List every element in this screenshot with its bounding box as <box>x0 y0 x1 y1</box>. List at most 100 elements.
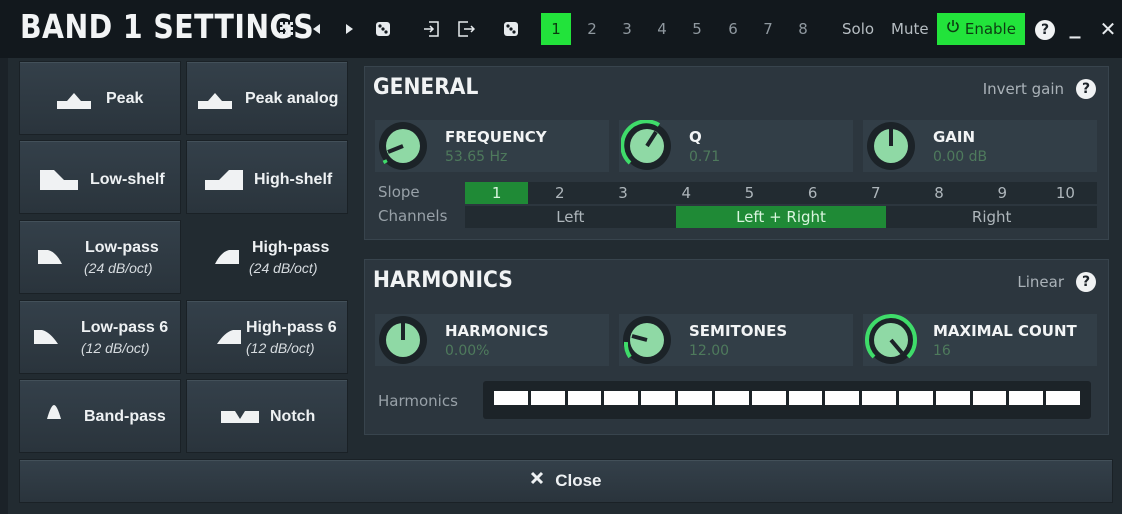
filter-notch-button[interactable]: Notch <box>186 379 348 453</box>
harmonic-cell[interactable] <box>567 391 602 405</box>
invert-gain-toggle[interactable]: Invert gain ? <box>983 79 1096 99</box>
harmonic-cell[interactable] <box>494 391 528 405</box>
channel-option-left-right[interactable]: Left + Right <box>675 206 887 228</box>
band-tab-6[interactable]: 6 <box>718 13 748 45</box>
randomize-band-dice-icon[interactable] <box>500 14 522 44</box>
close-window-icon[interactable]: ✕ <box>1098 14 1118 44</box>
filter-high-shelf-button[interactable]: High-shelf <box>186 140 348 214</box>
title-bar: BAND 1 SETTINGS 1 2 3 4 5 6 7 8 Solo Mut… <box>0 0 1122 58</box>
slope-selector[interactable]: 1 2 3 4 5 6 7 8 9 10 <box>465 182 1097 204</box>
filter-peak-button[interactable]: Peak <box>19 61 181 135</box>
harmonics-strip[interactable] <box>483 381 1091 419</box>
filter-high-shelf-label: High-shelf <box>254 171 333 188</box>
harmonic-cell[interactable] <box>1046 391 1080 405</box>
slope-option[interactable]: 2 <box>528 182 591 204</box>
filter-band-pass-button[interactable]: Band-pass <box>19 379 181 453</box>
filter-high-pass-6-button[interactable]: High-pass 6 (12 dB/oct) <box>186 300 348 374</box>
frequency-name: FREQUENCY <box>445 128 547 146</box>
export-icon[interactable] <box>454 14 478 44</box>
next-arrow-icon[interactable] <box>340 14 358 44</box>
band-tab-1[interactable]: 1 <box>541 13 571 45</box>
harmonic-cell[interactable] <box>972 391 1007 405</box>
harmonic-cell[interactable] <box>1009 391 1044 405</box>
linear-toggle[interactable]: Linear ? <box>1017 272 1096 292</box>
harmonics-knob[interactable] <box>377 314 429 371</box>
band-tab-2[interactable]: 2 <box>577 13 607 45</box>
mute-button[interactable]: Mute <box>891 13 929 45</box>
filter-high-pass-label: High-pass <box>252 239 330 256</box>
help-icon[interactable]: ? <box>1034 14 1056 44</box>
solo-button[interactable]: Solo <box>842 13 874 45</box>
filter-low-pass-6-button[interactable]: Low-pass 6 (12 dB/oct) <box>19 300 181 374</box>
filter-high-pass-6-label: High-pass 6 <box>246 319 337 336</box>
minimize-icon[interactable]: _ <box>1066 14 1084 44</box>
filter-low-shelf-button[interactable]: Low-shelf <box>19 140 181 214</box>
semitones-knob[interactable] <box>621 314 673 371</box>
invert-gain-help-icon[interactable]: ? <box>1076 79 1096 99</box>
band-tab-7[interactable]: 7 <box>753 13 783 45</box>
gain-value: 0.00 dB <box>933 149 988 165</box>
harmonic-cell[interactable] <box>678 391 712 405</box>
window-title: BAND 1 SETTINGS <box>20 7 315 46</box>
harmonic-cell[interactable] <box>530 391 565 405</box>
channel-option-left[interactable]: Left <box>465 206 676 228</box>
filter-high-pass-6-slope: (12 dB/oct) <box>246 340 315 356</box>
harmonic-cell[interactable] <box>604 391 639 405</box>
import-icon[interactable] <box>420 14 444 44</box>
harmonic-cell[interactable] <box>751 391 786 405</box>
slope-option[interactable]: 4 <box>655 182 718 204</box>
harmonic-cell[interactable] <box>935 391 970 405</box>
band-tab-3[interactable]: 3 <box>612 13 642 45</box>
high-pass-shape-icon <box>215 248 239 269</box>
filter-low-shelf-label: Low-shelf <box>90 171 165 188</box>
harmonic-cell[interactable] <box>714 391 749 405</box>
slope-option[interactable]: 8 <box>907 182 970 204</box>
slope-option[interactable]: 7 <box>844 182 907 204</box>
power-icon <box>946 12 960 44</box>
gain-param: GAIN 0.00 dB <box>863 120 1097 172</box>
band-tab-8[interactable]: 8 <box>788 13 818 45</box>
harmonic-cell[interactable] <box>825 391 860 405</box>
q-knob[interactable] <box>620 119 673 177</box>
frequency-knob[interactable] <box>377 120 429 177</box>
harmonic-cell[interactable] <box>862 391 896 405</box>
enable-button[interactable]: Enable <box>937 13 1025 45</box>
harmonics-title: HARMONICS <box>373 268 513 293</box>
channel-option-right[interactable]: Right <box>886 206 1097 228</box>
slope-option[interactable]: 5 <box>718 182 781 204</box>
slope-option[interactable]: 1 <box>465 182 529 204</box>
previous-arrow-icon[interactable] <box>308 14 326 44</box>
low-shelf-shape-icon <box>40 168 78 195</box>
band-tab-4[interactable]: 4 <box>647 13 677 45</box>
filter-low-pass-6-slope: (12 dB/oct) <box>81 340 150 356</box>
gain-name: GAIN <box>933 128 976 146</box>
maximal-count-knob[interactable] <box>865 314 917 371</box>
linear-help-icon[interactable]: ? <box>1076 272 1096 292</box>
harmonic-cell[interactable] <box>641 391 676 405</box>
q-value: 0.71 <box>689 149 721 165</box>
low-pass-shape-icon <box>38 248 62 269</box>
filter-high-pass-button[interactable]: High-pass (24 dB/oct) <box>186 220 348 294</box>
semitones-param: SEMITONES 12.00 <box>619 314 853 366</box>
band-pass-shape-icon <box>47 405 61 424</box>
close-button[interactable]: Close <box>19 459 1113 503</box>
harmonic-cell[interactable] <box>788 391 823 405</box>
harmonics-value: 0.00% <box>445 343 490 359</box>
close-label: Close <box>555 471 602 490</box>
slope-option[interactable]: 6 <box>781 182 844 204</box>
channels-selector[interactable]: Left Left + Right Right <box>465 206 1097 228</box>
q-param: Q 0.71 <box>619 119 853 172</box>
peak-analog-shape-icon <box>198 89 232 114</box>
filter-low-pass-button[interactable]: Low-pass (24 dB/oct) <box>19 220 181 294</box>
harmonic-cell[interactable] <box>898 391 933 405</box>
slope-option[interactable]: 9 <box>971 182 1034 204</box>
slope-option[interactable]: 10 <box>1034 182 1097 204</box>
filter-notch-label: Notch <box>270 408 316 425</box>
randomize-dice-icon[interactable] <box>372 14 394 44</box>
band-tab-5[interactable]: 5 <box>682 13 712 45</box>
gain-knob[interactable] <box>865 120 917 177</box>
slope-option[interactable]: 3 <box>591 182 654 204</box>
grid-menu-icon[interactable] <box>278 14 296 44</box>
q-name: Q <box>689 128 702 146</box>
filter-peak-analog-button[interactable]: Peak analog <box>186 61 348 135</box>
